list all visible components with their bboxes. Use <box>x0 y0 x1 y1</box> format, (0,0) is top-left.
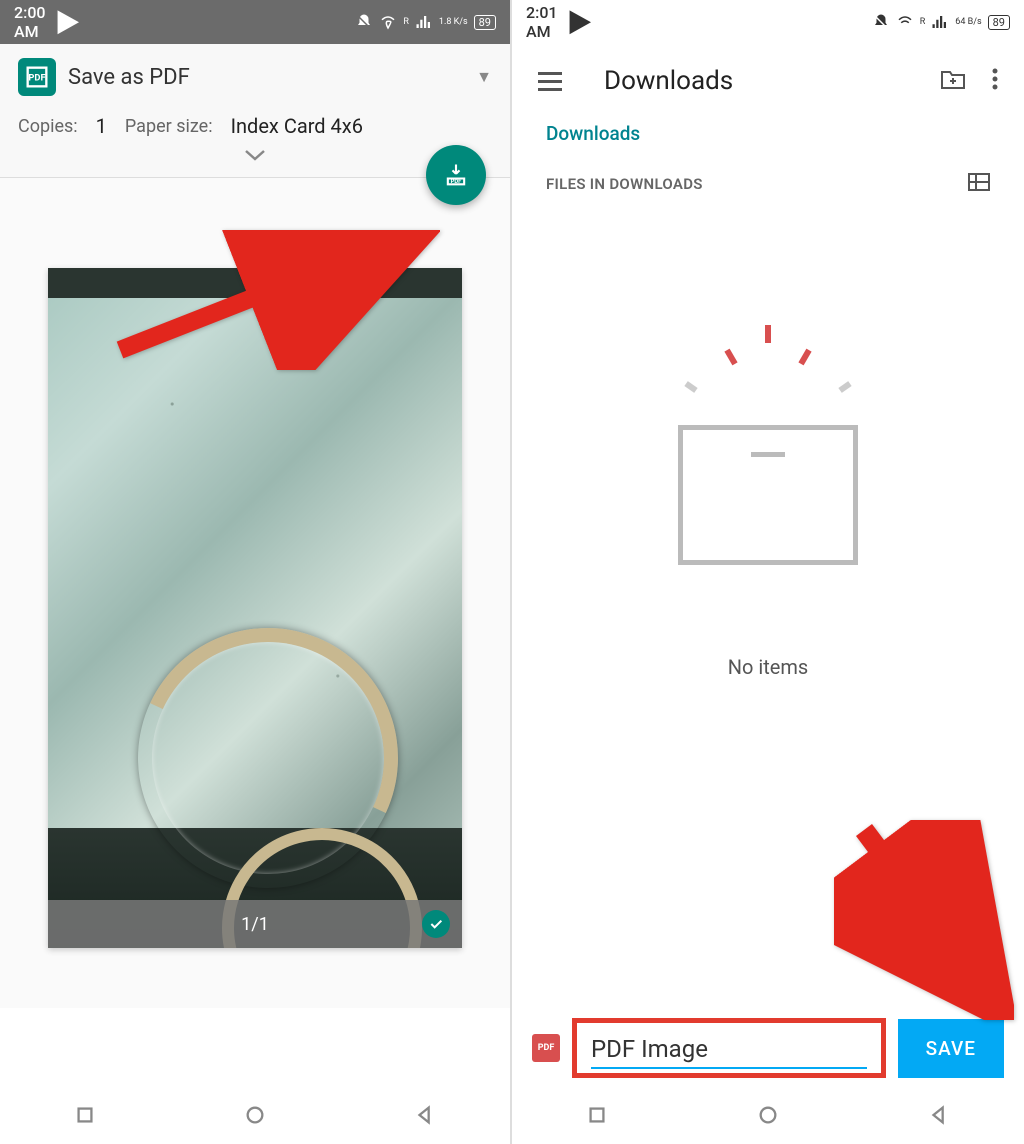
expand-options-chevron[interactable] <box>18 138 492 177</box>
paper-size-label: Paper size: <box>125 116 213 137</box>
menu-button[interactable] <box>538 72 562 91</box>
page-indicator-bar: 1/1 <box>48 900 462 948</box>
copies-label: Copies: <box>18 116 78 137</box>
pdf-icon: PDF <box>18 58 56 96</box>
dropdown-caret-icon: ▼ <box>476 67 492 87</box>
new-folder-button[interactable] <box>940 68 966 94</box>
nav-recent-button[interactable] <box>586 1104 608 1130</box>
print-settings-row: Copies: 1 Paper size: Index Card 4x6 <box>18 114 492 138</box>
navigation-bar <box>512 1090 1024 1144</box>
signal-icon <box>415 13 433 31</box>
notifications-off-icon <box>872 13 890 31</box>
page-selected-check-icon[interactable] <box>422 910 450 938</box>
status-time: 2:01 AM <box>526 3 594 41</box>
breadcrumb[interactable]: Downloads <box>512 118 1024 163</box>
nav-home-button[interactable] <box>757 1104 779 1130</box>
status-icons: R 1.8 K/s 89 <box>355 13 496 31</box>
svg-text:PDF: PDF <box>28 73 45 84</box>
wifi-icon <box>896 13 914 31</box>
empty-state: No items <box>512 325 1024 679</box>
nav-back-button[interactable] <box>414 1104 436 1130</box>
navigation-bar <box>0 1090 510 1144</box>
filename-input[interactable] <box>591 1027 867 1069</box>
annotation-arrow-save <box>834 820 1014 1024</box>
pdf-file-icon: PDF <box>532 1034 560 1062</box>
status-icons: R 64 B/s 89 <box>872 13 1010 31</box>
view-toggle-button[interactable] <box>968 173 990 195</box>
data-rate: 64 B/s <box>955 18 981 27</box>
nav-back-button[interactable] <box>928 1104 950 1130</box>
svg-text:PDF: PDF <box>451 179 463 185</box>
download-pdf-icon: PDF <box>442 161 470 189</box>
print-options-panel: PDF Save as PDF ▼ Copies: 1 Paper size: … <box>0 44 510 178</box>
copies-value[interactable]: 1 <box>96 114 107 138</box>
section-header-row: FILES IN DOWNLOADS <box>512 163 1024 205</box>
downloads-screen: 2:01 AM R 64 B/s 89 Downloads Downloads … <box>512 0 1024 1144</box>
filename-highlight-annotation <box>572 1018 886 1078</box>
destination-label: Save as PDF <box>68 65 464 90</box>
print-destination-row[interactable]: PDF Save as PDF ▼ <box>18 58 492 96</box>
data-rate: 1.8 K/s <box>439 18 468 27</box>
empty-state-text: No items <box>728 655 809 679</box>
save-button[interactable]: SAVE <box>898 1019 1004 1078</box>
downloads-header: Downloads <box>512 44 1024 118</box>
empty-sparkles-icon <box>668 325 868 405</box>
paper-size-value[interactable]: Index Card 4x6 <box>231 114 363 138</box>
empty-box-icon <box>678 425 858 565</box>
notifications-off-icon <box>355 13 373 31</box>
page-indicator: 1/1 <box>241 914 269 935</box>
play-store-icon <box>54 8 83 37</box>
nav-recent-button[interactable] <box>74 1104 96 1130</box>
play-store-icon <box>566 8 595 37</box>
battery-indicator: 89 <box>988 15 1010 30</box>
battery-indicator: 89 <box>474 15 496 30</box>
signal-icon <box>931 13 949 31</box>
status-time: 2:00 AM <box>14 3 82 41</box>
nav-home-button[interactable] <box>244 1104 266 1130</box>
annotation-arrow-fab <box>100 230 440 374</box>
status-bar: 2:00 AM R 1.8 K/s 89 <box>0 0 510 44</box>
save-file-row: PDF SAVE <box>512 1018 1024 1078</box>
wifi-icon <box>379 13 397 31</box>
signal-label: R <box>403 18 409 27</box>
print-preview-screen: 2:00 AM R 1.8 K/s 89 PDF Save as PDF ▼ C… <box>0 0 512 1144</box>
page-title: Downloads <box>584 66 918 96</box>
status-bar: 2:01 AM R 64 B/s 89 <box>512 0 1024 44</box>
signal-label: R <box>920 18 926 27</box>
clock-text: 2:00 AM <box>14 3 46 41</box>
more-options-button[interactable] <box>992 68 998 94</box>
save-pdf-fab[interactable]: PDF <box>426 145 486 205</box>
section-label: FILES IN DOWNLOADS <box>546 175 703 193</box>
clock-text: 2:01 AM <box>526 3 558 41</box>
